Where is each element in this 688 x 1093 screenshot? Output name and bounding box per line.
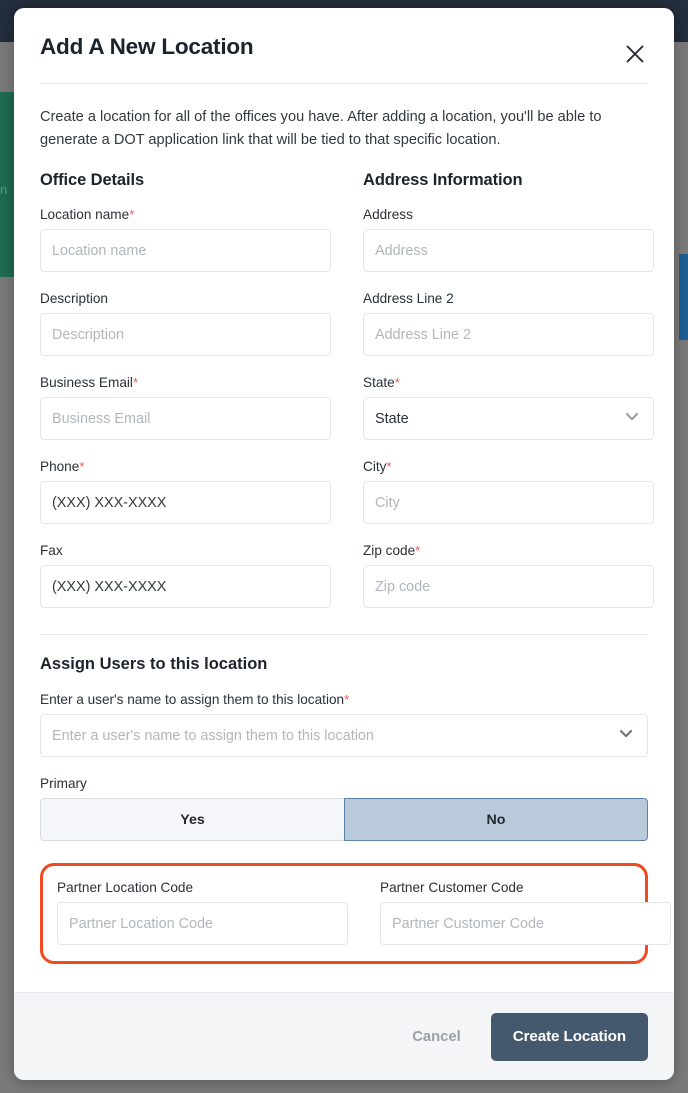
- add-location-modal: Add A New Location Create a location for…: [14, 8, 674, 1080]
- create-location-button[interactable]: Create Location: [490, 1012, 648, 1061]
- field-address: Address: [363, 207, 654, 273]
- field-state: State*: [363, 375, 654, 441]
- label-text: City: [363, 459, 387, 475]
- partner-codes-highlight: Partner Location Code Partner Customer C…: [40, 863, 671, 965]
- label-primary: Primary: [40, 776, 87, 792]
- location-name-input[interactable]: [40, 229, 331, 273]
- address-information-heading: Address Information: [363, 171, 523, 190]
- primary-toggle-field: Primary Yes No: [40, 776, 648, 842]
- primary-toggle-group: Yes No: [40, 798, 648, 842]
- modal-header: Add A New Location: [14, 8, 674, 63]
- modal-title: Add A New Location: [40, 34, 254, 59]
- background-blue-accent: [679, 254, 688, 340]
- field-assign-user: Enter a user's name to assign them to th…: [40, 692, 648, 758]
- label-city: City*: [363, 459, 654, 474]
- field-zip-code: Zip code*: [363, 543, 654, 609]
- address-information-column: Address Information Address Address Line…: [363, 171, 654, 609]
- label-text: Zip code: [363, 543, 416, 559]
- field-partner-customer-code: Partner Customer Code: [380, 880, 671, 946]
- label-partner-location-code: Partner Location Code: [57, 880, 194, 896]
- description-input[interactable]: [40, 313, 331, 357]
- required-asterisk: *: [344, 692, 350, 708]
- modal-footer: Cancel Create Location: [14, 992, 674, 1080]
- required-asterisk: *: [386, 459, 392, 475]
- close-button[interactable]: [618, 37, 652, 71]
- field-city: City*: [363, 459, 654, 525]
- label-text: Enter a user's name to assign them to th…: [40, 692, 345, 708]
- label-location-name: Location name*: [40, 207, 331, 222]
- label-description: Description: [40, 291, 108, 307]
- modal-body: Create a location for all of the offices…: [14, 84, 674, 992]
- city-input[interactable]: [363, 481, 654, 525]
- close-icon: [624, 43, 646, 65]
- field-fax: Fax: [40, 543, 331, 609]
- required-asterisk: *: [129, 207, 135, 223]
- label-text: Phone: [40, 459, 80, 475]
- field-description: Description: [40, 291, 331, 357]
- assign-users-section: Assign Users to this location Enter a us…: [40, 655, 648, 842]
- label-business-email: Business Email*: [40, 375, 331, 390]
- label-text: Business Email: [40, 375, 133, 391]
- background-green-sidebar-text: n: [0, 182, 8, 197]
- assign-user-select[interactable]: [40, 714, 648, 758]
- modal-description: Create a location for all of the offices…: [40, 109, 602, 148]
- primary-no-button[interactable]: No: [344, 798, 648, 842]
- label-zip-code: Zip code*: [363, 543, 654, 558]
- phone-input[interactable]: [40, 481, 331, 525]
- primary-yes-button[interactable]: Yes: [40, 798, 344, 842]
- state-select-wrapper: [363, 397, 654, 441]
- field-address-line-2: Address Line 2: [363, 291, 654, 357]
- assign-users-heading: Assign Users to this location: [40, 655, 268, 674]
- office-details-heading: Office Details: [40, 171, 145, 190]
- zip-code-input[interactable]: [363, 565, 654, 609]
- form-columns: Office Details Location name* Descriptio…: [40, 171, 654, 609]
- label-address: Address: [363, 207, 413, 223]
- cancel-button[interactable]: Cancel: [406, 1021, 467, 1053]
- label-partner-customer-code: Partner Customer Code: [380, 880, 524, 896]
- label-state: State*: [363, 375, 654, 390]
- office-details-column: Office Details Location name* Descriptio…: [40, 171, 331, 609]
- label-text: Location name: [40, 207, 130, 223]
- assign-user-select-wrapper: [40, 714, 648, 758]
- business-email-input[interactable]: [40, 397, 331, 441]
- label-assign-user: Enter a user's name to assign them to th…: [40, 692, 648, 707]
- required-asterisk: *: [415, 543, 421, 559]
- label-text: State: [363, 375, 395, 391]
- field-partner-location-code: Partner Location Code: [57, 880, 348, 946]
- label-fax: Fax: [40, 543, 63, 559]
- required-asterisk: *: [79, 459, 85, 475]
- address-input[interactable]: [363, 229, 654, 273]
- partner-location-code-input[interactable]: [57, 902, 348, 946]
- field-phone: Phone*: [40, 459, 331, 525]
- state-select[interactable]: [363, 397, 654, 441]
- label-phone: Phone*: [40, 459, 331, 474]
- partner-customer-code-input[interactable]: [380, 902, 671, 946]
- assign-users-divider: [40, 634, 648, 636]
- fax-input[interactable]: [40, 565, 331, 609]
- field-business-email: Business Email*: [40, 375, 331, 441]
- label-address-line-2: Address Line 2: [363, 291, 454, 307]
- address-line-2-input[interactable]: [363, 313, 654, 357]
- field-location-name: Location name*: [40, 207, 331, 273]
- required-asterisk: *: [394, 375, 400, 391]
- required-asterisk: *: [132, 375, 138, 391]
